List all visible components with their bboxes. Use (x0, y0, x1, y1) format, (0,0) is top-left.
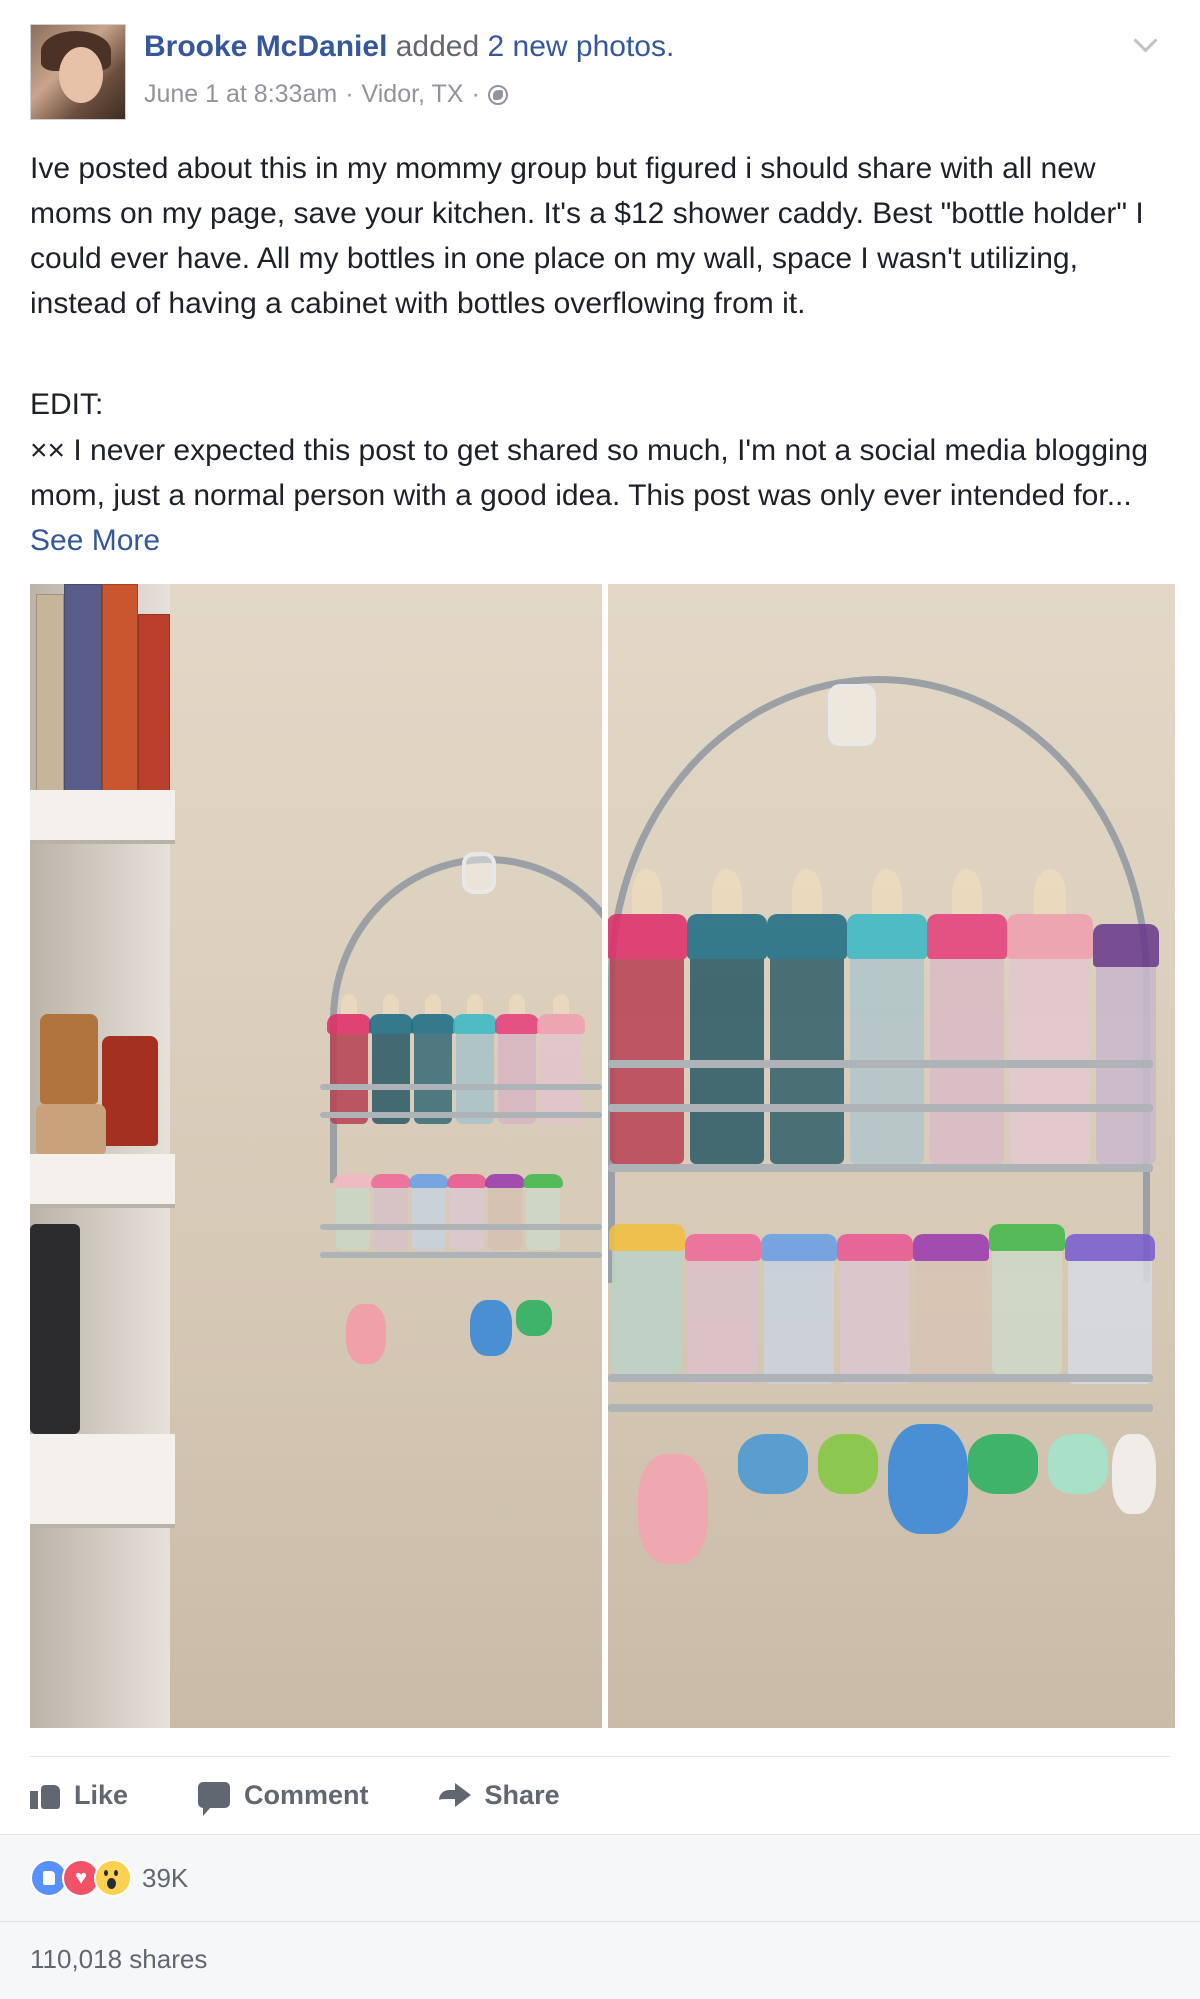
can (36, 1104, 106, 1154)
author-name[interactable]: Brooke McDaniel (144, 30, 387, 63)
teether-toy (888, 1424, 968, 1534)
bottle (989, 1224, 1065, 1374)
caddy-rail (320, 1084, 602, 1090)
bottle (537, 994, 585, 1124)
bottle (1007, 869, 1093, 1164)
post-location[interactable]: Vidor, TX (362, 80, 464, 109)
caddy-rail (608, 1374, 1153, 1382)
pantry-shelf (30, 1154, 175, 1208)
meta-separator: · (345, 80, 354, 108)
bottle (523, 1174, 563, 1250)
teether-toy (470, 1300, 512, 1356)
bottle (327, 994, 371, 1124)
bottle (495, 994, 539, 1124)
shares-bar: 110,018 shares (0, 1921, 1200, 1999)
bottle (411, 994, 455, 1124)
bottle (685, 1234, 761, 1384)
post-actions: Like Comment Share (30, 1756, 1170, 1833)
teether-toy (1048, 1434, 1108, 1494)
post-timestamp[interactable]: June 1 at 8:33am (144, 80, 337, 109)
avatar-face (59, 47, 103, 103)
bottle (485, 1174, 525, 1250)
teether-toy (1112, 1434, 1156, 1514)
facebook-post: Brooke McDaniel added 2 new photos. June… (0, 0, 1200, 1999)
post-body: Ive posted about this in my mommy group … (30, 146, 1170, 326)
bottle (837, 1234, 913, 1384)
photo-count-link[interactable]: 2 new photos. (488, 30, 675, 63)
bottle (1065, 1234, 1155, 1384)
cereal-box (36, 594, 64, 796)
caddy-rail (320, 1112, 602, 1118)
like-button[interactable]: Like (30, 1780, 128, 1811)
caddy-rail (320, 1252, 602, 1258)
bottle (1093, 924, 1159, 1164)
post-header: Brooke McDaniel added 2 new photos. (144, 30, 674, 64)
teether-toy (968, 1434, 1038, 1494)
cereal-box (64, 584, 102, 816)
author-avatar[interactable] (30, 24, 126, 120)
blender (30, 1224, 80, 1434)
share-arrow-icon (438, 1782, 471, 1808)
bottle (913, 1234, 989, 1384)
teether-toy (818, 1434, 878, 1494)
pantry-shelf (30, 790, 175, 844)
pantry-shelf (30, 1434, 175, 1528)
bottle (333, 1174, 373, 1250)
caddy-rail (320, 1224, 602, 1230)
caddy-hook (828, 684, 876, 746)
edit-body-text: ×× I never expected this post to get sha… (30, 434, 1149, 512)
see-more-link[interactable]: See More (30, 524, 160, 557)
globe-icon[interactable] (487, 84, 508, 105)
reactions-bar: 39K (0, 1834, 1200, 1921)
bottle (847, 869, 927, 1164)
sauce-jar (102, 1036, 158, 1146)
share-count[interactable]: 110,018 shares (30, 1944, 207, 1975)
comment-button[interactable]: Comment (198, 1779, 369, 1816)
peanut-butter-jar (40, 1014, 98, 1104)
bottle (687, 869, 767, 1164)
share-label: Share (484, 1779, 560, 1810)
chevron-down-icon[interactable] (1133, 28, 1158, 53)
comment-icon (198, 1782, 231, 1816)
bottle (369, 994, 413, 1124)
reaction-count: 39K (142, 1862, 189, 1893)
bottle (409, 1174, 449, 1250)
meta-separator: · (471, 80, 480, 108)
caddy-hook (462, 852, 496, 894)
teether-toy (346, 1304, 386, 1364)
bottle (371, 1174, 411, 1250)
edit-body: ×× I never expected this post to get sha… (30, 428, 1170, 563)
post-photo-1[interactable] (30, 584, 602, 1728)
comment-label: Comment (244, 1779, 369, 1810)
wow-reaction-icon (94, 1859, 132, 1897)
cereal-box (102, 584, 138, 816)
bottle (767, 869, 847, 1164)
teether-toy (516, 1300, 552, 1336)
post-body-text: Ive posted about this in my mommy group … (30, 152, 1144, 320)
teether-toy (738, 1434, 808, 1494)
post-action-text: added (387, 30, 488, 63)
caddy-rail (608, 1404, 1153, 1412)
teether-toy (638, 1454, 708, 1564)
bottle (609, 1224, 685, 1374)
bottle (761, 1234, 837, 1384)
share-button[interactable]: Share (438, 1779, 560, 1811)
post-meta: June 1 at 8:33am · Vidor, TX · (144, 80, 508, 109)
bottle (453, 994, 497, 1124)
bottle (447, 1174, 487, 1250)
post-photo-2[interactable] (608, 584, 1175, 1728)
bottle (608, 869, 687, 1164)
reactions-summary[interactable]: 39K (30, 1859, 188, 1897)
bottle (927, 869, 1007, 1164)
like-label: Like (74, 1779, 129, 1810)
thumbs-up-icon (30, 1781, 60, 1809)
caddy-rail (608, 1164, 1153, 1172)
edit-label: EDIT: (30, 388, 104, 421)
caddy-rail (608, 1104, 1153, 1112)
caddy-rail (608, 1060, 1153, 1068)
